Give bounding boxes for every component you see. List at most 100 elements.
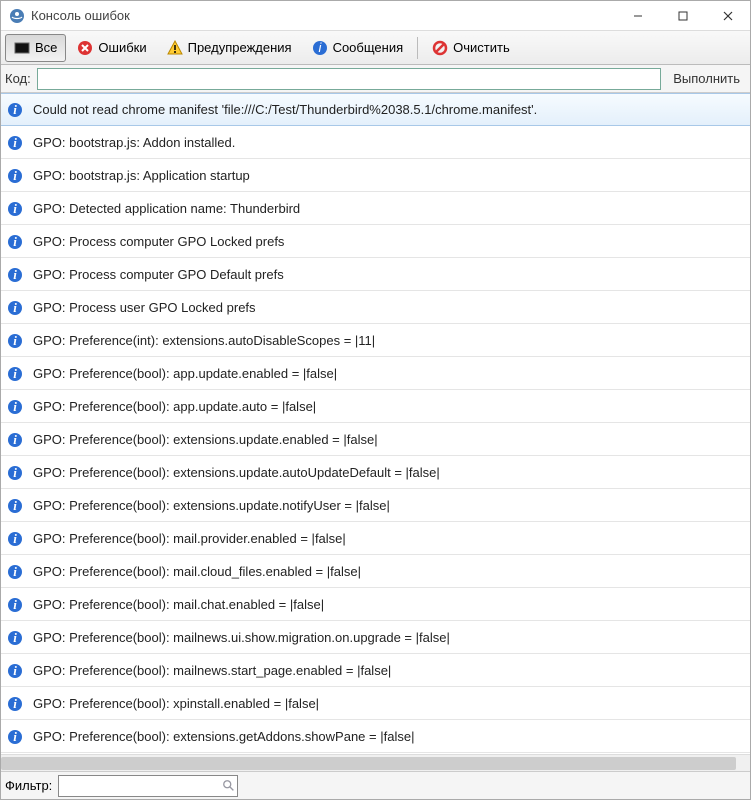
message-row[interactable]: i GPO: Preference(bool): mail.chat.enable…: [1, 588, 750, 621]
clear-label: Очистить: [453, 40, 510, 55]
message-text: GPO: Preference(bool): mailnews.ui.show.…: [33, 630, 450, 645]
svg-text:i: i: [13, 630, 17, 645]
message-list[interactable]: i Could not read chrome manifest 'file://…: [1, 93, 750, 754]
message-text: GPO: Preference(bool): app.update.enable…: [33, 366, 337, 381]
filter-warnings-label: Предупреждения: [188, 40, 292, 55]
svg-text:i: i: [13, 498, 17, 513]
message-text: GPO: Preference(int): extensions.autoDis…: [33, 333, 375, 348]
filter-bar: Фильтр:: [1, 771, 750, 799]
message-text: Could not read chrome manifest 'file:///…: [33, 102, 537, 117]
message-row[interactable]: i GPO: Preference(int): extensions.autoDi…: [1, 324, 750, 357]
message-row[interactable]: i GPO: Preference(bool): mail.cloud_files…: [1, 555, 750, 588]
message-row[interactable]: i Could not read chrome manifest 'file://…: [1, 93, 750, 126]
svg-text:i: i: [13, 168, 17, 183]
filter-messages-button[interactable]: i Сообщения: [303, 34, 413, 62]
info-icon: i: [7, 564, 23, 580]
filter-errors-label: Ошибки: [98, 40, 146, 55]
svg-text:i: i: [13, 696, 17, 711]
info-icon: i: [7, 102, 23, 118]
close-button[interactable]: [705, 1, 750, 30]
message-text: GPO: bootstrap.js: Application startup: [33, 168, 250, 183]
message-text: GPO: Preference(bool): mail.chat.enabled…: [33, 597, 324, 612]
svg-text:i: i: [13, 234, 17, 249]
message-row[interactable]: iGPO: Process computer GPO Default prefs: [1, 258, 750, 291]
info-icon: i: [7, 498, 23, 514]
info-icon: i: [7, 399, 23, 415]
info-icon: i: [7, 597, 23, 613]
message-row[interactable]: i GPO: Preference(bool): extensions.updat…: [1, 489, 750, 522]
svg-text:i: i: [13, 564, 17, 579]
svg-text:i: i: [13, 300, 17, 315]
message-text: GPO: Preference(bool): extensions.update…: [33, 465, 440, 480]
info-icon: i: [7, 630, 23, 646]
error-icon: [77, 40, 93, 56]
minimize-button[interactable]: [615, 1, 660, 30]
info-icon: i: [7, 531, 23, 547]
message-row[interactable]: i GPO: Preference(bool): extensions.updat…: [1, 456, 750, 489]
message-text: GPO: Preference(bool): mailnews.start_pa…: [33, 663, 391, 678]
info-icon: i: [7, 333, 23, 349]
info-icon: i: [7, 135, 23, 151]
search-icon: [222, 779, 236, 793]
svg-text:i: i: [13, 531, 17, 546]
svg-text:i: i: [13, 597, 17, 612]
filter-label: Фильтр:: [5, 778, 52, 793]
info-icon: i: [7, 432, 23, 448]
svg-text:i: i: [13, 267, 17, 282]
filter-all-button[interactable]: Все: [5, 34, 66, 62]
filter-input[interactable]: [58, 775, 238, 797]
code-input[interactable]: [37, 68, 662, 90]
message-text: GPO: Preference(bool): mail.cloud_files.…: [33, 564, 361, 579]
clear-button[interactable]: Очистить: [423, 34, 519, 62]
info-icon: i: [7, 465, 23, 481]
message-text: GPO: Preference(bool): app.update.auto =…: [33, 399, 316, 414]
message-row[interactable]: i GPO: Preference(bool): extensions.getAd…: [1, 720, 750, 753]
horizontal-scrollbar[interactable]: [1, 754, 750, 771]
message-text: GPO: Preference(bool): extensions.getAdd…: [33, 729, 414, 744]
message-text: GPO: Process user GPO Locked prefs: [33, 300, 256, 315]
message-text: GPO: Preference(bool): extensions.update…: [33, 498, 390, 513]
message-row[interactable]: i GPO: Preference(bool): xpinstall.enable…: [1, 687, 750, 720]
message-row[interactable]: i GPO: Process user GPO Locked prefs: [1, 291, 750, 324]
maximize-button[interactable]: [660, 1, 705, 30]
filter-errors-button[interactable]: Ошибки: [68, 34, 155, 62]
info-icon: i: [312, 40, 328, 56]
message-text: GPO: Preference(bool): xpinstall.enabled…: [33, 696, 319, 711]
toolbar-separator: [417, 37, 418, 59]
scrollbar-thumb[interactable]: [1, 757, 736, 770]
info-icon: i: [7, 696, 23, 712]
message-row[interactable]: i GPO: bootstrap.js: Addon installed.: [1, 126, 750, 159]
code-label: Код:: [5, 71, 31, 86]
message-text: GPO: Detected application name: Thunderb…: [33, 201, 300, 216]
svg-text:i: i: [13, 333, 17, 348]
info-icon: i: [7, 201, 23, 217]
message-row[interactable]: i GPO: Preference(bool): mailnews.start_p…: [1, 654, 750, 687]
message-row[interactable]: i GPO: Preference(bool): mail.provider.en…: [1, 522, 750, 555]
message-row[interactable]: i GPO: bootstrap.js: Application startup: [1, 159, 750, 192]
code-bar: Код: Выполнить: [1, 65, 750, 93]
filter-warnings-button[interactable]: Предупреждения: [158, 34, 301, 62]
info-icon: i: [7, 729, 23, 745]
window-buttons: [615, 1, 750, 30]
message-row[interactable]: i GPO: Process computer GPO Locked prefs: [1, 225, 750, 258]
message-row[interactable]: i GPO: Preference(bool): mailnews.ui.show…: [1, 621, 750, 654]
run-button[interactable]: Выполнить: [667, 71, 746, 86]
message-text: GPO: bootstrap.js: Addon installed.: [33, 135, 235, 150]
app-icon: [9, 8, 25, 24]
toolbar: Все Ошибки Предупреждения i Сообщения Оч…: [1, 31, 750, 65]
clear-icon: [432, 40, 448, 56]
svg-text:i: i: [13, 399, 17, 414]
svg-text:i: i: [13, 465, 17, 480]
svg-text:i: i: [13, 663, 17, 678]
window-title: Консоль ошибок: [31, 8, 615, 23]
message-row[interactable]: iGPO: Preference(bool): extensions.updat…: [1, 423, 750, 456]
message-text: GPO: Process computer GPO Locked prefs: [33, 234, 284, 249]
all-icon: [14, 40, 30, 56]
filter-all-label: Все: [35, 40, 57, 55]
message-row[interactable]: iGPO: Preference(bool): app.update.enabl…: [1, 357, 750, 390]
message-row[interactable]: i GPO: Detected application name: Thunder…: [1, 192, 750, 225]
info-icon: i: [7, 234, 23, 250]
message-text: GPO: Preference(bool): mail.provider.ena…: [33, 531, 346, 546]
info-icon: i: [7, 267, 23, 283]
message-row[interactable]: i GPO: Preference(bool): app.update.auto …: [1, 390, 750, 423]
